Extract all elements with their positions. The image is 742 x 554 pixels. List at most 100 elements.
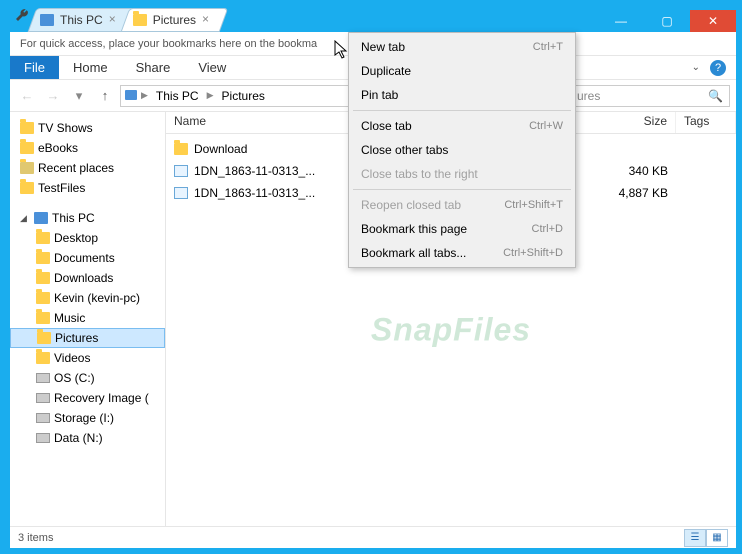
image-icon xyxy=(174,165,188,177)
menu-item-label: Pin tab xyxy=(361,88,398,102)
close-icon[interactable]: × xyxy=(202,12,216,26)
menu-item-label: Close tab xyxy=(361,119,412,133)
titlebar: This PC × Pictures × — ▢ ✕ xyxy=(10,4,736,32)
menu-item: Reopen closed tab Ctrl+Shift+T xyxy=(351,193,573,217)
menu-item[interactable]: Duplicate xyxy=(351,59,573,83)
tree-item[interactable]: Kevin (kevin-pc) xyxy=(10,288,165,308)
folder-icon xyxy=(36,292,50,304)
folder-icon xyxy=(36,232,50,244)
menu-item[interactable]: Close other tabs xyxy=(351,138,573,162)
col-tags[interactable]: Tags xyxy=(676,112,736,133)
minimize-button[interactable]: — xyxy=(598,10,644,32)
tree-this-pc[interactable]: ◢This PC xyxy=(10,208,165,228)
ribbon-tab-home[interactable]: Home xyxy=(59,56,122,79)
tree-item[interactable]: Recovery Image ( xyxy=(10,388,165,408)
image-icon xyxy=(174,187,188,199)
menu-item-shortcut: Ctrl+T xyxy=(533,41,563,53)
folder-icon xyxy=(36,352,50,364)
drive-icon xyxy=(36,413,50,423)
tree-item[interactable]: OS (C:) xyxy=(10,368,165,388)
tree-item[interactable]: Videos xyxy=(10,348,165,368)
tree-item[interactable]: Data (N:) xyxy=(10,428,165,448)
drive-icon xyxy=(36,373,50,383)
back-button[interactable]: ← xyxy=(16,85,38,107)
chevron-down-icon[interactable]: ⌄ xyxy=(692,62,700,73)
menu-item[interactable]: Bookmark all tabs... Ctrl+Shift+D xyxy=(351,241,573,265)
folder-icon xyxy=(36,312,50,324)
search-placeholder: ures xyxy=(577,89,600,103)
tree-item[interactable]: TestFiles xyxy=(10,178,165,198)
search-input[interactable]: ures 🔍 xyxy=(570,85,730,107)
crumb-pictures[interactable]: Pictures xyxy=(218,89,269,103)
up-button[interactable]: ↑ xyxy=(94,85,116,107)
forward-button[interactable]: → xyxy=(42,85,64,107)
details-view-button[interactable]: ☰ xyxy=(684,529,706,547)
menu-item-label: New tab xyxy=(361,40,405,54)
tab-this-pc[interactable]: This PC × xyxy=(32,8,131,32)
menu-item-shortcut: Ctrl+Shift+T xyxy=(504,199,563,211)
close-button[interactable]: ✕ xyxy=(690,10,736,32)
tree-item[interactable]: Recent places xyxy=(10,158,165,178)
menu-item: Close tabs to the right xyxy=(351,162,573,186)
tree-item[interactable]: Desktop xyxy=(10,228,165,248)
pc-icon xyxy=(34,212,48,224)
menu-item[interactable]: Close tab Ctrl+W xyxy=(351,114,573,138)
folder-icon xyxy=(133,13,147,27)
tab-pictures[interactable]: Pictures × xyxy=(125,8,224,32)
nav-tree: TV Shows eBooks Recent places TestFiles … xyxy=(10,112,166,526)
col-size[interactable]: Size xyxy=(576,112,676,133)
folder-icon xyxy=(174,143,188,155)
menu-item[interactable]: Pin tab xyxy=(351,83,573,107)
pc-icon xyxy=(40,13,54,27)
crumb-this-pc[interactable]: This PC xyxy=(152,89,203,103)
menu-item-label: Reopen closed tab xyxy=(361,198,461,212)
menu-item-label: Bookmark this page xyxy=(361,222,467,236)
thumbnails-view-button[interactable]: ▦ xyxy=(706,529,728,547)
folder-icon xyxy=(36,252,50,264)
tree-item[interactable]: TV Shows xyxy=(10,118,165,138)
drive-icon xyxy=(36,433,50,443)
help-icon[interactable]: ? xyxy=(710,60,726,76)
pc-icon xyxy=(125,89,137,103)
menu-separator xyxy=(353,189,571,190)
tree-item[interactable]: Downloads xyxy=(10,268,165,288)
tree-item[interactable]: Music xyxy=(10,308,165,328)
history-dropdown[interactable]: ▾ xyxy=(68,85,90,107)
caret-icon[interactable]: ◢ xyxy=(20,213,30,224)
tree-item[interactable]: Storage (I:) xyxy=(10,408,165,428)
folder-icon xyxy=(37,332,51,344)
tab-context-menu: New tab Ctrl+T Duplicate Pin tab Close tab Ct… xyxy=(348,32,576,268)
folder-icon xyxy=(20,142,34,154)
ribbon-tab-view[interactable]: View xyxy=(184,56,240,79)
close-icon[interactable]: × xyxy=(109,12,123,26)
status-bar: 3 items ☰ ▦ xyxy=(10,526,736,548)
tab-label: This PC xyxy=(60,13,103,27)
menu-item[interactable]: Bookmark this page Ctrl+D xyxy=(351,217,573,241)
file-tab[interactable]: File xyxy=(10,56,59,79)
menu-item-label: Duplicate xyxy=(361,64,411,78)
recent-icon xyxy=(20,162,34,174)
folder-icon xyxy=(20,122,34,134)
ribbon-tab-share[interactable]: Share xyxy=(122,56,185,79)
menu-item-label: Bookmark all tabs... xyxy=(361,246,466,260)
menu-item-shortcut: Ctrl+Shift+D xyxy=(503,247,563,259)
tree-item[interactable]: eBooks xyxy=(10,138,165,158)
chevron-right-icon[interactable]: ▶ xyxy=(139,90,150,101)
window-controls: — ▢ ✕ xyxy=(598,10,736,32)
folder-icon xyxy=(36,272,50,284)
menu-item-shortcut: Ctrl+D xyxy=(532,223,563,235)
tree-item[interactable]: Documents xyxy=(10,248,165,268)
item-count: 3 items xyxy=(18,532,53,544)
wrench-icon[interactable] xyxy=(14,8,32,26)
chevron-right-icon[interactable]: ▶ xyxy=(205,90,216,101)
search-icon[interactable]: 🔍 xyxy=(708,89,723,103)
drive-icon xyxy=(36,393,50,403)
menu-separator xyxy=(353,110,571,111)
menu-item-shortcut: Ctrl+W xyxy=(529,120,563,132)
tree-item-pictures[interactable]: Pictures xyxy=(10,328,165,348)
menu-item[interactable]: New tab Ctrl+T xyxy=(351,35,573,59)
menu-item-label: Close other tabs xyxy=(361,143,448,157)
watermark: SnapFiles xyxy=(371,312,531,349)
maximize-button[interactable]: ▢ xyxy=(644,10,690,32)
view-toggle: ☰ ▦ xyxy=(684,529,728,547)
